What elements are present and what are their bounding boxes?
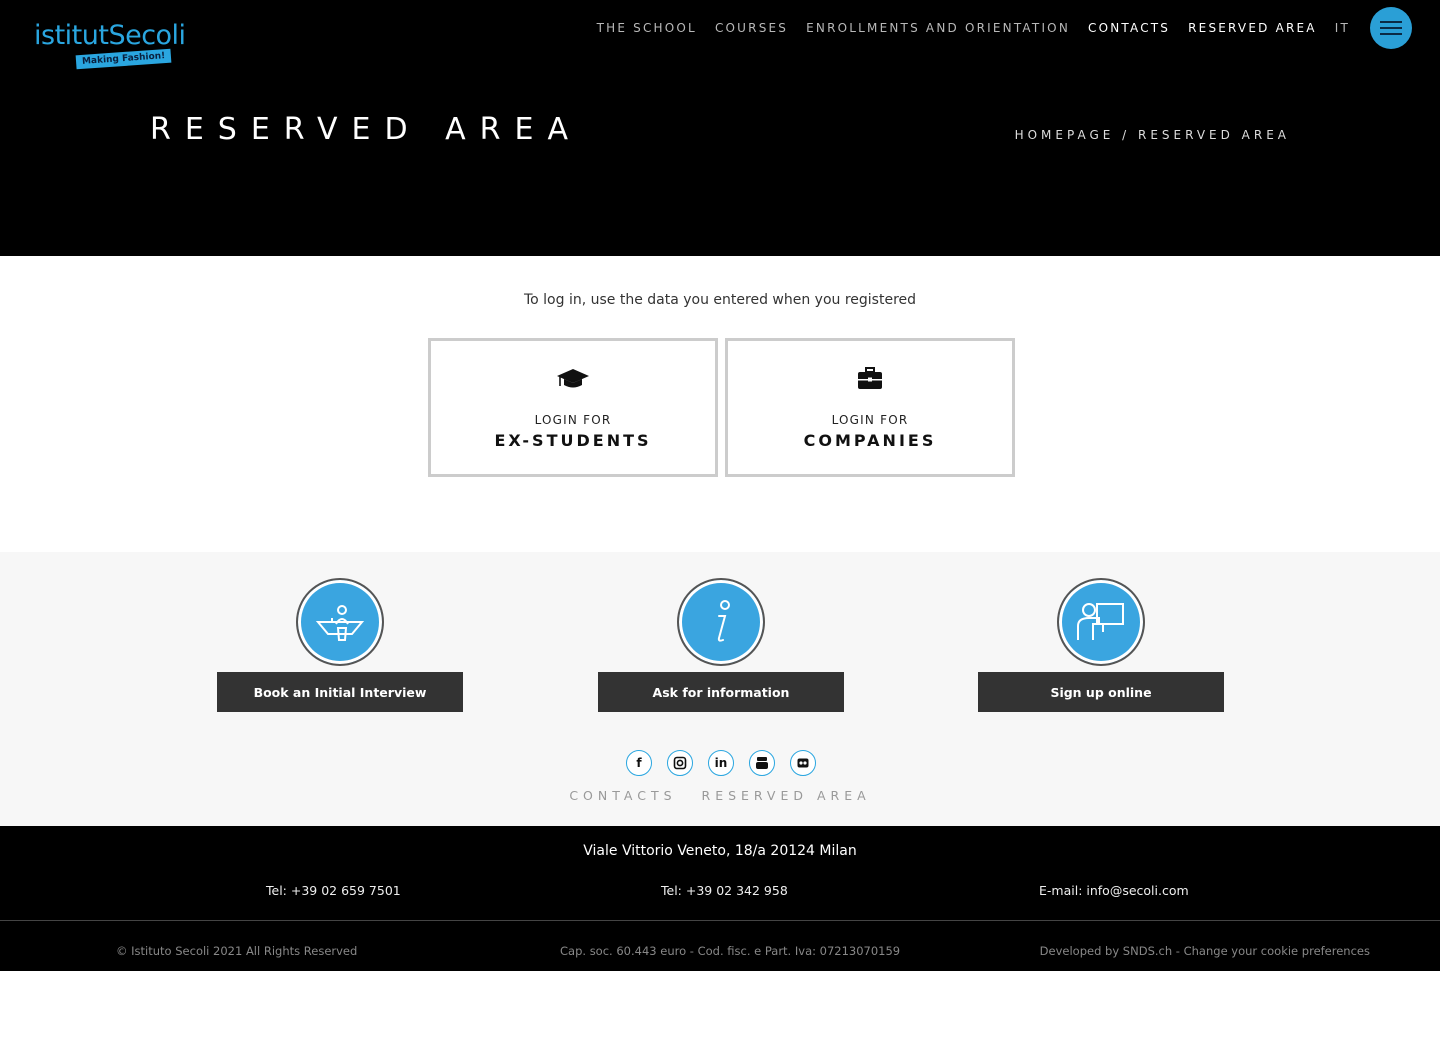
nav-language-it[interactable]: IT — [1335, 21, 1350, 35]
online-signup-icon[interactable] — [1057, 578, 1145, 666]
logo-text: istitutSecoli — [34, 20, 186, 51]
hamburger-line — [1380, 27, 1402, 29]
breadcrumb-current: RESERVED AREA — [1138, 128, 1290, 142]
nav-enrollments[interactable]: ENROLLMENTS AND ORIENTATION — [806, 21, 1070, 35]
footer-email[interactable]: E-mail: info@secoli.com — [1039, 883, 1189, 898]
info-icon[interactable] — [677, 578, 765, 666]
nav-courses[interactable]: COURSES — [715, 21, 788, 35]
briefcase-icon — [858, 367, 882, 389]
linkedin-icon[interactable]: in — [708, 750, 734, 776]
interview-desk-icon[interactable] — [296, 578, 384, 666]
login-pre-label: LOGIN FOR — [831, 413, 909, 427]
footer-copyright: © Istituto Secoli 2021 All Rights Reserv… — [116, 944, 358, 958]
action-book-interview: Book an Initial Interview — [217, 578, 463, 712]
footer-developed-by: Developed by SNDS.ch - Change your cooki… — [1040, 944, 1370, 958]
page-title: RESERVED AREA — [150, 112, 582, 147]
instagram-icon[interactable] — [667, 750, 693, 776]
nav-contacts[interactable]: CONTACTS — [1088, 21, 1170, 35]
logo[interactable]: istitutSecoli Making Fashion! — [34, 20, 204, 72]
developer-link[interactable]: Developed by SNDS.ch — [1040, 944, 1172, 958]
header: istitutSecoli Making Fashion! THE SCHOOL… — [0, 0, 1440, 256]
footer: Viale Vittorio Veneto, 18/a 20124 Milan … — [0, 826, 1440, 971]
login-ex-students-button[interactable]: LOGIN FOR EX-STUDENTS — [428, 338, 718, 477]
footer-links: CONTACTS RESERVED AREA — [0, 788, 1440, 803]
logo-tagline: Making Fashion! — [75, 48, 172, 70]
nav-the-school[interactable]: THE SCHOOL — [597, 21, 697, 35]
graduation-cap-icon — [557, 369, 589, 388]
flickr-icon[interactable] — [790, 750, 816, 776]
breadcrumb: HOMEPAGE / RESERVED AREA — [1015, 128, 1290, 142]
breadcrumb-home[interactable]: HOMEPAGE — [1015, 128, 1115, 142]
ask-information-button[interactable]: Ask for information — [598, 672, 844, 712]
action-ask-information: Ask for information — [598, 578, 844, 712]
actions-section: Book an Initial Interview Ask for inform… — [0, 552, 1440, 826]
social-links: f in — [626, 750, 816, 776]
nav-reserved-area[interactable]: RESERVED AREA — [1188, 21, 1317, 35]
footer-link-contacts[interactable]: CONTACTS — [569, 788, 676, 803]
hamburger-line — [1380, 33, 1402, 35]
login-intro-text: To log in, use the data you entered when… — [523, 292, 917, 308]
footer-separator: - — [1172, 944, 1184, 958]
action-sign-up-online: Sign up online — [978, 578, 1224, 712]
main-nav: THE SCHOOL COURSES ENROLLMENTS AND ORIEN… — [579, 21, 1350, 35]
cookie-preferences-link[interactable]: Change your cookie preferences — [1184, 944, 1370, 958]
facebook-icon[interactable]: f — [626, 750, 652, 776]
footer-company-info: Cap. soc. 60.443 euro - Cod. fisc. e Par… — [560, 944, 901, 958]
login-companies-button[interactable]: LOGIN FOR COMPANIES — [725, 338, 1015, 477]
footer-tel-1[interactable]: Tel: +39 02 659 7501 — [266, 883, 401, 898]
login-pre-label: LOGIN FOR — [534, 413, 612, 427]
hamburger-menu-button[interactable] — [1370, 7, 1412, 49]
hamburger-line — [1380, 21, 1402, 23]
footer-tel-2[interactable]: Tel: +39 02 342 958 — [661, 883, 788, 898]
footer-address: Viale Vittorio Veneto, 18/a 20124 Milan — [583, 843, 857, 859]
footer-divider — [0, 920, 1440, 921]
book-interview-button[interactable]: Book an Initial Interview — [217, 672, 463, 712]
sign-up-online-button[interactable]: Sign up online — [978, 672, 1224, 712]
breadcrumb-separator: / — [1114, 128, 1139, 142]
login-ex-students-label: EX-STUDENTS — [494, 431, 652, 450]
login-companies-label: COMPANIES — [803, 431, 937, 450]
youtube-icon[interactable] — [749, 750, 775, 776]
footer-link-reserved-area[interactable]: RESERVED AREA — [702, 788, 871, 803]
